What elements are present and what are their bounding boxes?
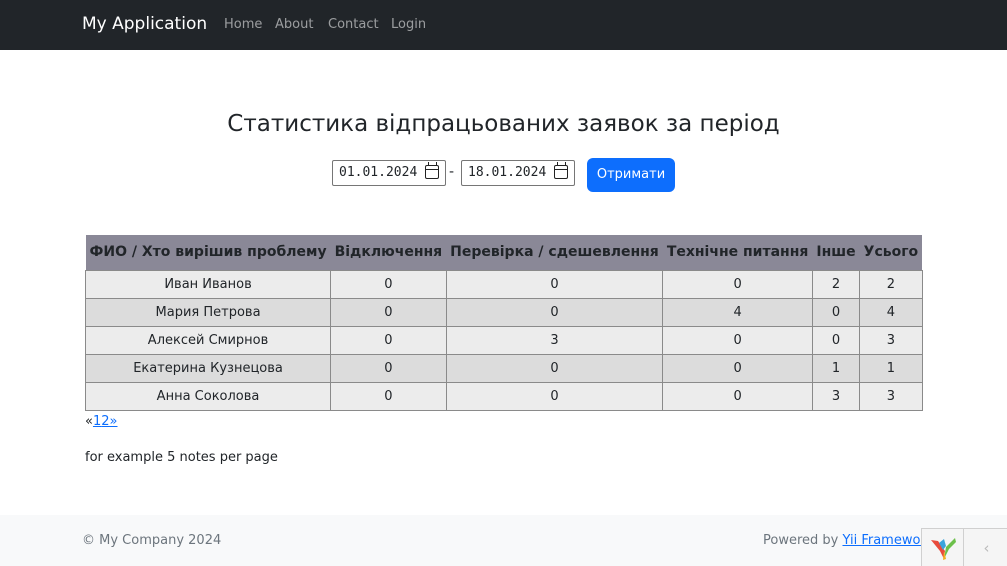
pagination: «12» bbox=[85, 414, 118, 429]
date-from-value: 01.01.2024 bbox=[339, 165, 418, 180]
get-stats-button[interactable]: Отримати bbox=[587, 158, 675, 192]
date-to-input[interactable]: 18.01.2024 bbox=[461, 160, 575, 186]
cell-name: Иван Иванов bbox=[84, 269, 332, 299]
cell-value: 0 bbox=[811, 297, 861, 327]
cell-value: 0 bbox=[662, 269, 813, 299]
cell-value: 0 bbox=[662, 353, 813, 383]
column-header-technical[interactable]: Технічне питання bbox=[662, 235, 813, 270]
table-header-row: ФИО / Хто вирішив проблему Відключення П… bbox=[85, 235, 923, 270]
copyright-text: © My Company 2024 bbox=[82, 533, 222, 548]
powered-by-prefix: Powered by bbox=[763, 533, 843, 548]
calendar-icon[interactable] bbox=[425, 162, 439, 179]
column-header-disconnection[interactable]: Відключення bbox=[330, 235, 447, 270]
cell-value: 0 bbox=[662, 325, 813, 355]
stats-table: ФИО / Хто вирішив проблему Відключення П… bbox=[84, 235, 923, 411]
cell-value: 1 bbox=[811, 353, 861, 383]
cell-name: Мария Петрова bbox=[84, 297, 332, 327]
nav-link-home[interactable]: Home bbox=[224, 17, 262, 32]
debug-toolbar: ‹ bbox=[921, 528, 1007, 566]
nav-link-about[interactable]: About bbox=[275, 17, 313, 32]
cell-value: 3 bbox=[445, 325, 664, 355]
column-header-check[interactable]: Перевірка / сдешевлення bbox=[446, 235, 663, 270]
cell-value: 0 bbox=[330, 325, 447, 355]
cell-value: 0 bbox=[330, 269, 447, 299]
yii-framework-link[interactable]: Yii Framework bbox=[842, 533, 933, 548]
cell-value: 0 bbox=[445, 297, 664, 327]
cell-value: 0 bbox=[662, 381, 813, 411]
powered-by: Powered by Yii Framework bbox=[763, 533, 933, 548]
footer: © My Company 2024 Powered by Yii Framewo… bbox=[0, 515, 1007, 566]
date-range-separator: - bbox=[449, 164, 455, 180]
cell-value: 0 bbox=[330, 297, 447, 327]
chevron-left-icon[interactable]: ‹ bbox=[965, 529, 1007, 566]
top-navbar: My Application Home About Contact Login bbox=[0, 0, 1007, 50]
cell-value: 0 bbox=[811, 325, 861, 355]
yii-logo-icon[interactable] bbox=[922, 529, 964, 566]
table-row: Мария Петрова 0 0 4 0 4 bbox=[84, 297, 923, 327]
cell-value: 3 bbox=[811, 381, 861, 411]
column-header-other[interactable]: Інше bbox=[812, 235, 860, 270]
cell-value: 0 bbox=[330, 353, 447, 383]
cell-total: 1 bbox=[859, 353, 923, 383]
table-row: Екатерина Кузнецова 0 0 0 1 1 bbox=[84, 353, 923, 383]
cell-name: Алексей Смирнов bbox=[84, 325, 332, 355]
brand-link[interactable]: My Application bbox=[82, 14, 207, 34]
table-row: Алексей Смирнов 0 3 0 0 3 bbox=[84, 325, 923, 355]
cell-total: 3 bbox=[859, 325, 923, 355]
cell-value: 0 bbox=[445, 269, 664, 299]
cell-total: 2 bbox=[859, 269, 923, 299]
pagination-page-2[interactable]: 2 bbox=[101, 414, 109, 429]
page-title: Статистика відпрацьованих заявок за пері… bbox=[227, 111, 780, 137]
table-row: Анна Соколова 0 0 0 3 3 bbox=[84, 381, 923, 411]
cell-total: 4 bbox=[859, 297, 923, 327]
pagination-next[interactable]: » bbox=[110, 414, 118, 429]
nav-link-contact[interactable]: Contact bbox=[328, 17, 379, 32]
date-to-value: 18.01.2024 bbox=[468, 165, 547, 180]
pagination-page-1[interactable]: 1 bbox=[93, 414, 101, 429]
nav-link-login[interactable]: Login bbox=[391, 17, 426, 32]
cell-name: Екатерина Кузнецова bbox=[84, 353, 332, 383]
date-from-input[interactable]: 01.01.2024 bbox=[332, 160, 446, 186]
cell-total: 3 bbox=[859, 381, 923, 411]
cell-value: 2 bbox=[811, 269, 861, 299]
cell-value: 0 bbox=[445, 381, 664, 411]
column-header-name[interactable]: ФИО / Хто вирішив проблему bbox=[85, 235, 331, 270]
column-header-total[interactable]: Усього bbox=[859, 235, 923, 270]
page-note: for example 5 notes per page bbox=[85, 450, 278, 465]
calendar-icon[interactable] bbox=[554, 162, 568, 179]
cell-value: 4 bbox=[662, 297, 813, 327]
table-row: Иван Иванов 0 0 0 2 2 bbox=[84, 269, 923, 299]
cell-name: Анна Соколова bbox=[84, 381, 332, 411]
pagination-prev: « bbox=[85, 414, 93, 429]
cell-value: 0 bbox=[445, 353, 664, 383]
cell-value: 0 bbox=[330, 381, 447, 411]
